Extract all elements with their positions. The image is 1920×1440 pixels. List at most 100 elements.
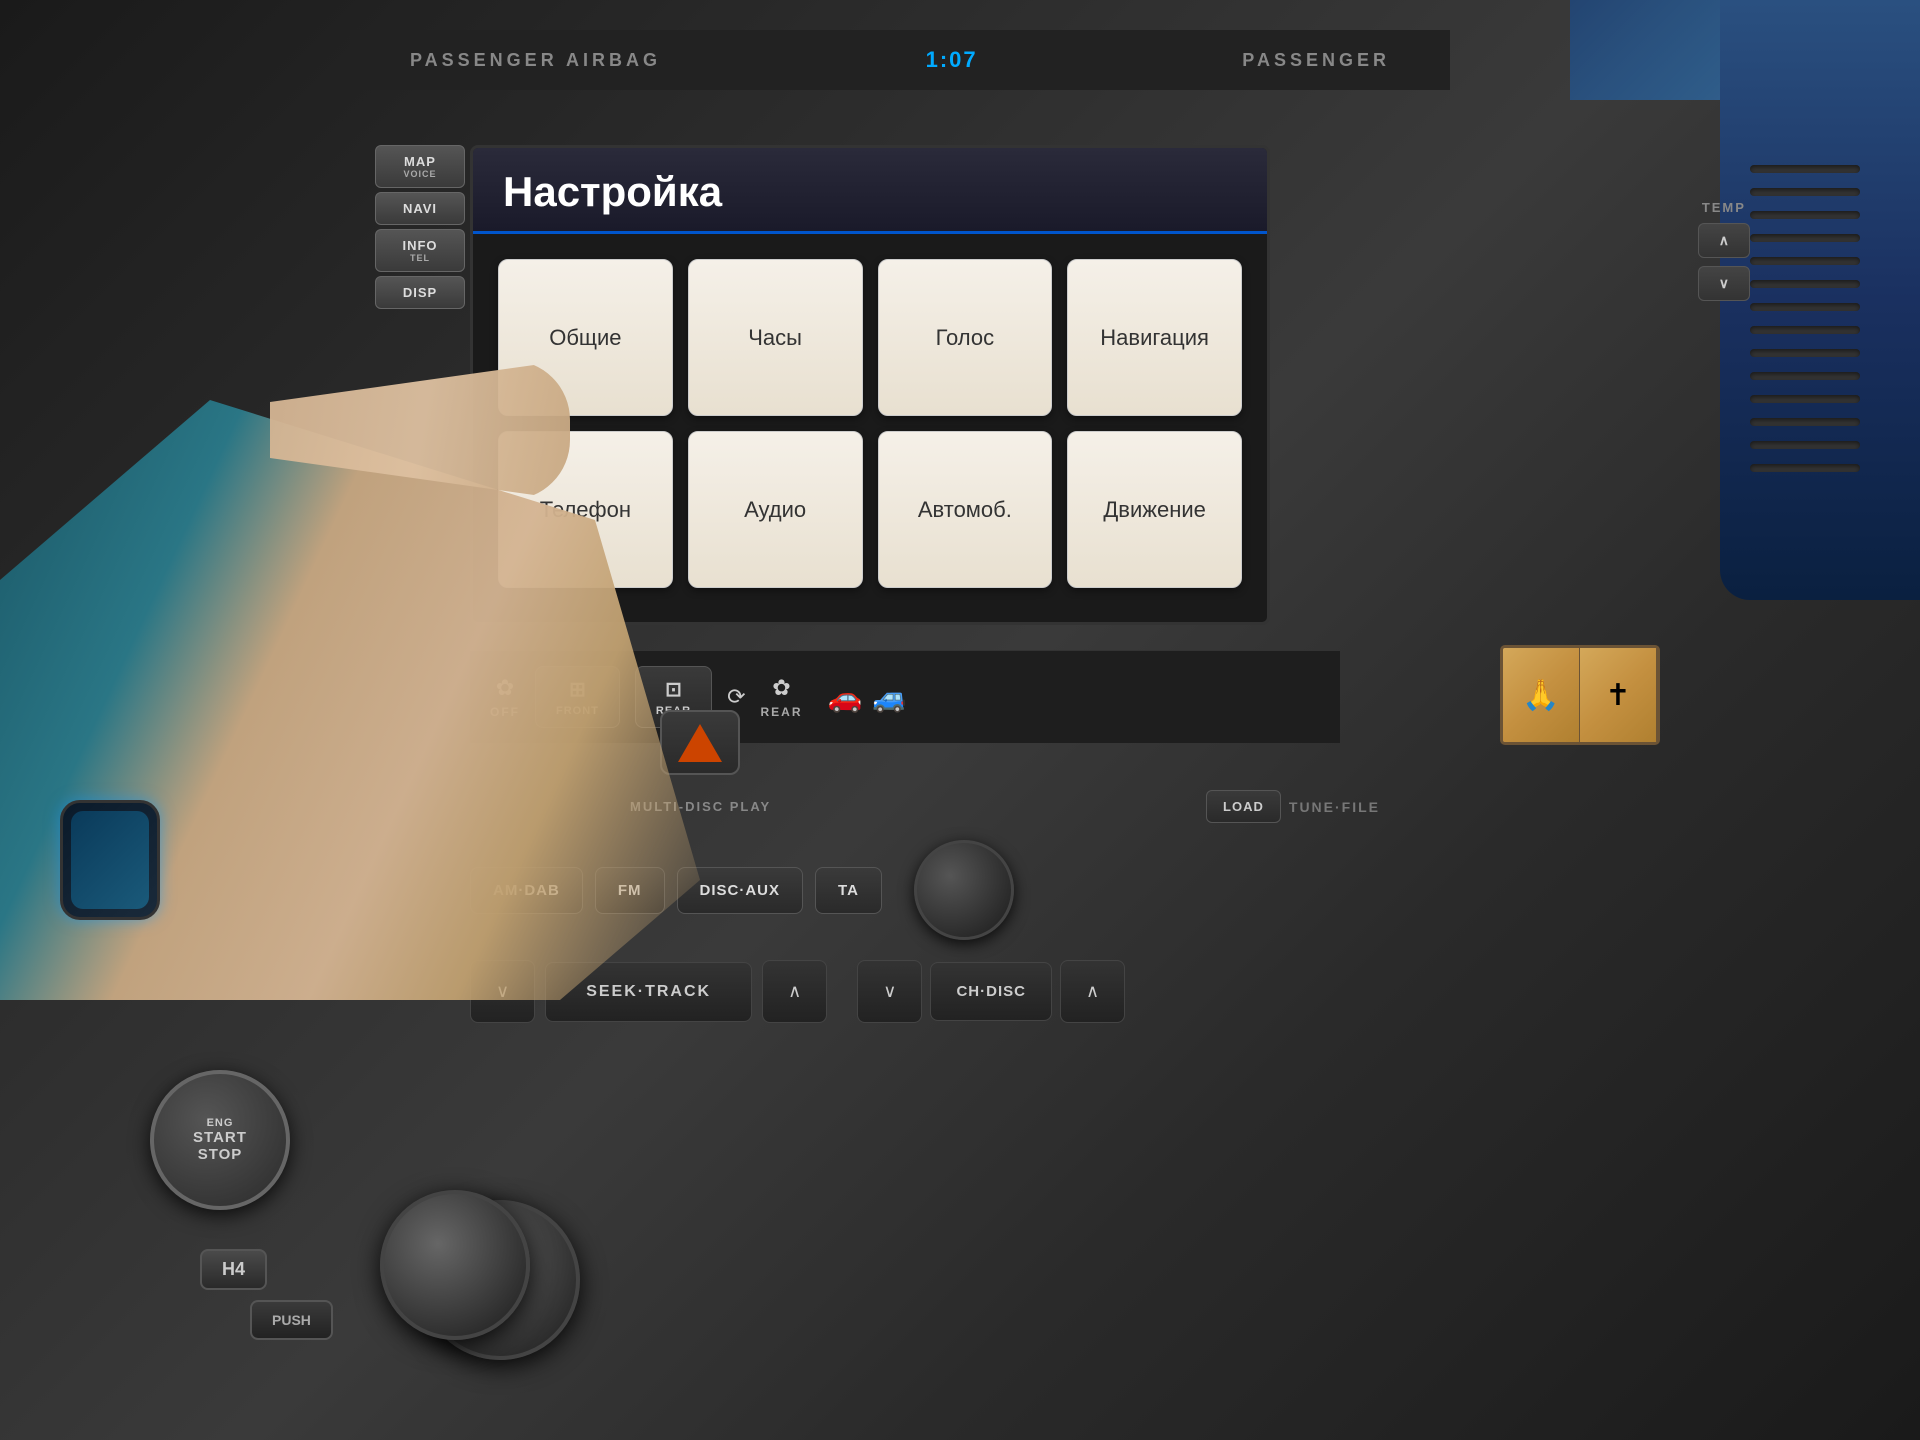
menu-audio-button[interactable]: Аудио [688,431,863,588]
recirculate-button[interactable]: ⟳ [727,684,745,710]
vent-slot [1750,188,1860,196]
rear-fan-icon: ✿ [772,675,790,701]
vent-slot [1750,418,1860,426]
temp-down-button[interactable]: ∨ [1698,266,1750,301]
menu-traffic-button[interactable]: Движение [1067,431,1242,588]
disp-label: DISP [403,285,437,300]
menu-audio-label: Аудио [744,497,806,523]
seek-right-button[interactable]: ∧ [762,960,827,1023]
menu-navigation-button[interactable]: Навигация [1067,259,1242,416]
disp-button[interactable]: DISP [375,276,465,309]
navi-button[interactable]: NAVI [375,192,465,225]
car-front-icon: 🚗 [828,681,863,714]
right-air-vent [1740,145,1870,545]
front-defrost-icon: ⊞ [569,677,586,702]
airflow-icons: 🚗 🚙 [828,681,908,714]
screen-title: Настройка [503,168,1237,216]
ch-disc-down-button[interactable]: ∨ [857,960,922,1023]
temp-label: TEMP [1702,200,1746,215]
info-label: INFO [380,238,460,253]
nav-buttons-panel: MAP VOICE NAVI INFO TEL DISP [375,145,465,309]
vent-slot [1750,349,1860,357]
menu-vehicle-button[interactable]: Автомоб. [878,431,1053,588]
vent-slot [1750,165,1860,173]
vent-slot [1750,303,1860,311]
top-bar: PASSENGER AIRBAG 1:07 PASSENGER [350,30,1450,90]
menu-vehicle-label: Автомоб. [918,497,1012,523]
temp-up-button[interactable]: ∧ [1698,223,1750,258]
rear-defrost-icon: ⊡ [665,677,682,702]
tune-knob[interactable] [914,840,1014,940]
ch-disc-up-button[interactable]: ∧ [1060,960,1125,1023]
audio-top-labels: MULTI-DISC PLAY LOAD TUNE·FILE [630,790,1380,823]
start-label: START [193,1129,247,1146]
menu-general-button[interactable]: Общие [498,259,673,416]
seek-track-button[interactable]: SEEK·TRACK [545,962,752,1022]
vent-slot [1750,257,1860,265]
front-label: FRONT [556,705,599,717]
religious-icons-frame: 🙏 ✝ [1500,645,1660,745]
vent-slot [1750,395,1860,403]
stop-label: STOP [198,1146,243,1163]
rear-fan-control: ✿ REAR [761,675,803,719]
main-screen: Настройка Общие Часы Голос Навигация Тел… [470,145,1270,625]
h4-gear-badge: H4 [200,1249,267,1290]
fan-off-label: OFF [490,705,520,719]
audio-source-row: AM·DAB FM DISC·AUX TA [470,840,1014,940]
map-voice-button[interactable]: MAP VOICE [375,145,465,188]
info-tel-button[interactable]: INFO TEL [375,229,465,272]
car-rear-icon: 🚙 [872,681,907,714]
temp-controls: TEMP ∧ ∨ [1698,200,1750,301]
push-button[interactable]: PUSH [250,1300,333,1340]
ac-controls-row: ✿ OFF ⊞ FRONT ⊡ REAR ⟳ ✿ REAR 🚗 🚙 [470,650,1340,743]
seek-track-row: ∨ SEEK·TRACK ∧ ∨ CH·DISC ∧ [470,960,1125,1023]
recirculate-icon: ⟳ [727,684,745,710]
ch-disc-controls: ∨ CH·DISC ∧ [857,960,1125,1023]
am-dab-button[interactable]: AM·DAB [470,867,583,914]
front-defrost-button[interactable]: ⊞ FRONT [535,666,620,728]
tune-file-label: TUNE·FILE [1289,799,1380,815]
vent-slot [1750,234,1860,242]
multi-disc-label: MULTI-DISC PLAY [630,799,771,814]
religious-icon-left: 🙏 [1503,648,1580,742]
vent-slot [1750,280,1860,288]
left-control-knob[interactable] [380,1190,530,1340]
menu-general-label: Общие [549,325,621,351]
vent-slot [1750,441,1860,449]
eng-label: ENG [207,1117,234,1129]
religious-icon-right: ✝ [1580,648,1657,742]
start-stop-button[interactable]: ENG START STOP [150,1070,290,1210]
ignition-area: ENG START STOP [150,1070,290,1210]
load-button[interactable]: LOAD [1206,790,1281,823]
vent-slot [1750,326,1860,334]
seek-track-label: SEEK·TRACK [586,983,711,1000]
menu-clock-label: Часы [748,325,802,351]
map-label: MAP [380,154,460,169]
ch-disc-button[interactable]: CH·DISC [930,962,1052,1021]
rear-fan-label: REAR [761,705,803,719]
menu-voice-button[interactable]: Голос [878,259,1053,416]
load-tune-controls: LOAD TUNE·FILE [1206,790,1380,823]
vent-slot [1750,464,1860,472]
ta-button[interactable]: TA [815,867,882,914]
hazard-icon [678,724,722,762]
fm-button[interactable]: FM [595,867,665,914]
hazard-button[interactable] [660,710,740,775]
menu-phone-label: Телефон [540,497,631,523]
fan-icon: ✿ [496,675,514,701]
menu-phone-button[interactable]: Телефон [498,431,673,588]
fan-off-control: ✿ OFF [490,675,520,719]
seek-left-button[interactable]: ∨ [470,960,535,1023]
navi-label: NAVI [403,201,437,216]
menu-clock-button[interactable]: Часы [688,259,863,416]
passenger-label: PASSENGER [1242,50,1390,71]
voice-label: VOICE [380,169,460,179]
vent-slot [1750,211,1860,219]
clock-display: 1:07 [892,47,1012,73]
vent-slot [1750,372,1860,380]
passenger-airbag-label: PASSENGER AIRBAG [410,50,661,71]
menu-voice-label: Голос [936,325,995,351]
disc-aux-button[interactable]: DISC·AUX [677,867,804,914]
menu-traffic-label: Движение [1103,497,1206,523]
screen-menu-grid: Общие Часы Голос Навигация Телефон Аудио… [473,234,1267,613]
